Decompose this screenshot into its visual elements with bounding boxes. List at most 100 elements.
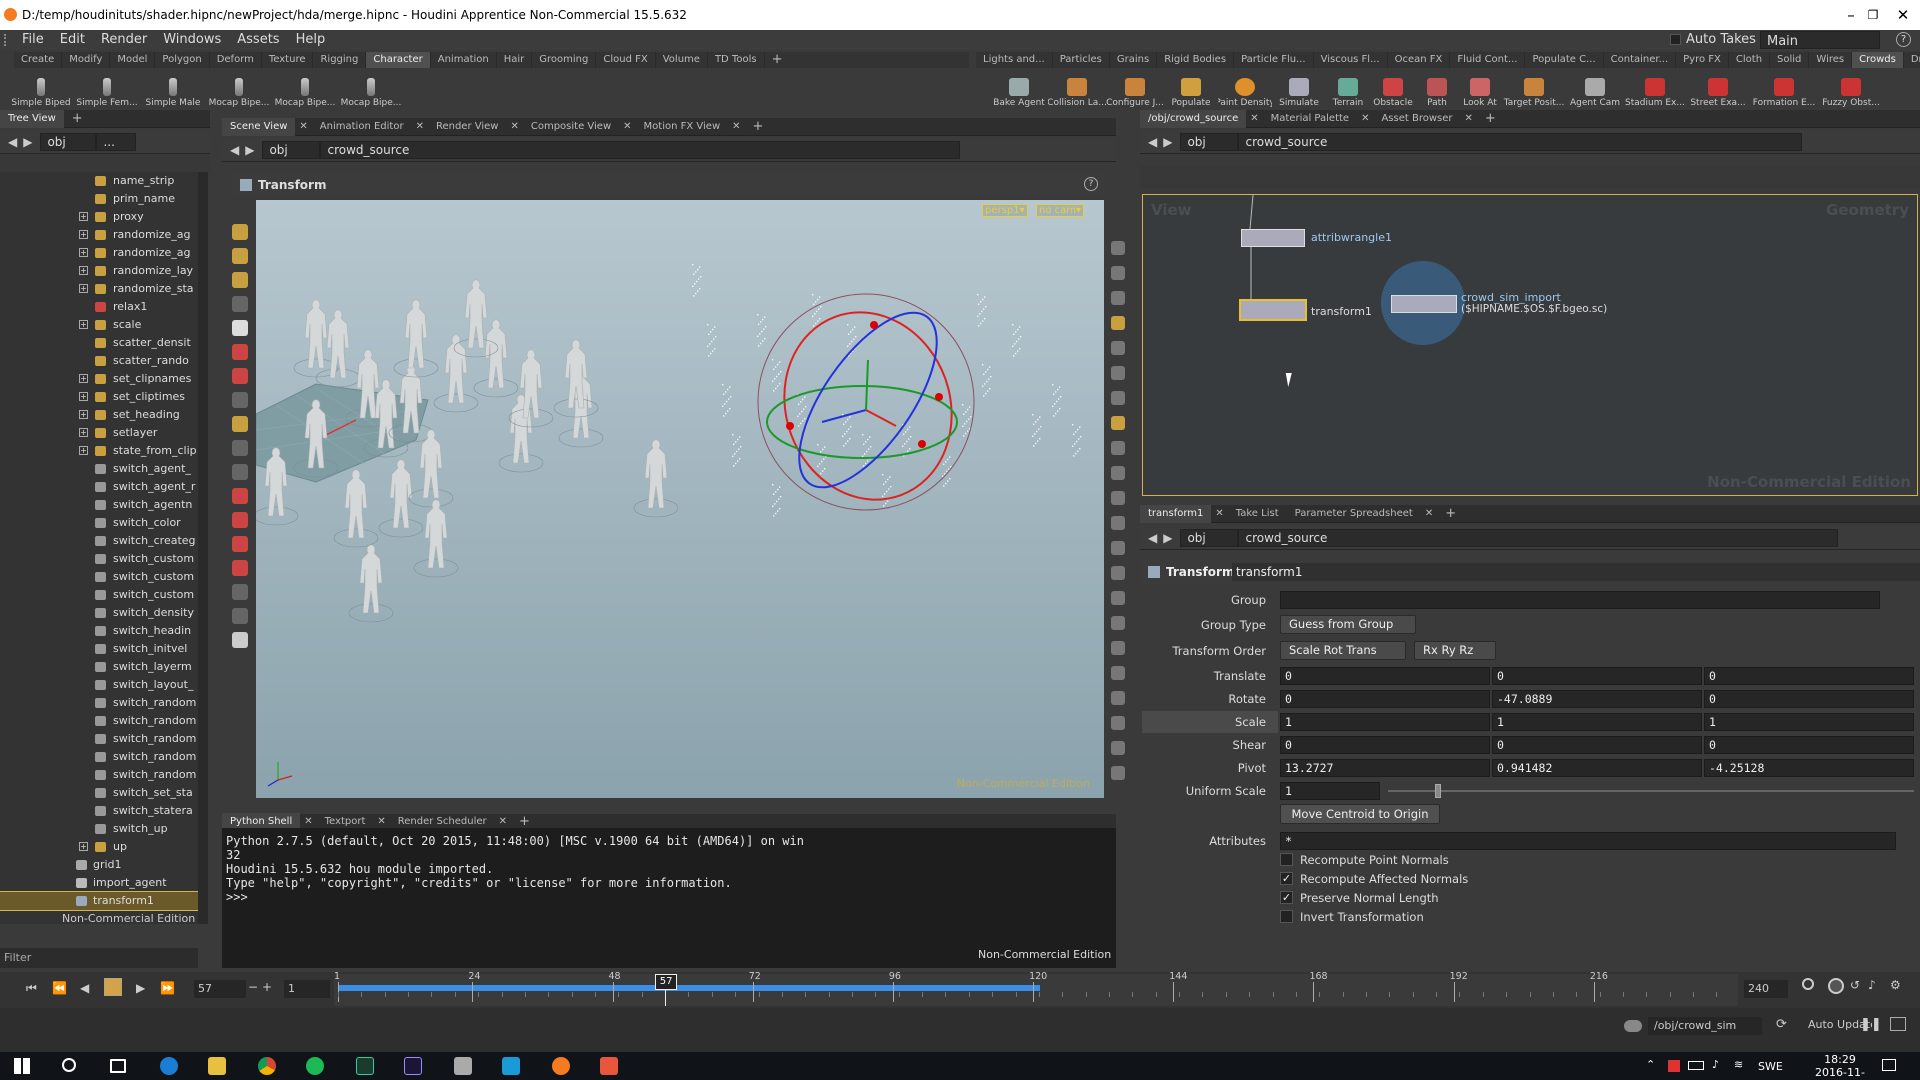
shelf-tab-polygon[interactable]: Polygon (155, 52, 210, 68)
forward-arrow-icon[interactable]: ▶ (23, 135, 32, 149)
display-option-icon[interactable] (1111, 666, 1125, 680)
attributes-field[interactable]: * (1280, 832, 1896, 850)
shelf-tab-ocean-fx[interactable]: Ocean FX (1388, 52, 1451, 68)
tree-item[interactable]: + randomize_ag (0, 226, 198, 244)
tab-parameter-spreadsheet[interactable]: Parameter Spreadsheet (1287, 505, 1421, 523)
tab-motion-fx-view[interactable]: Motion FX View (636, 118, 729, 136)
display-option-icon[interactable] (1111, 641, 1125, 655)
tree-expander-icon[interactable]: + (79, 266, 88, 275)
shelf-tab-character[interactable]: Character (366, 52, 431, 68)
viewport-tool-icon[interactable] (232, 488, 248, 504)
play-reverse-icon[interactable]: ◀ (80, 981, 89, 995)
tab-tree-view[interactable]: Tree View (0, 109, 64, 128)
tree-expander-icon[interactable]: + (79, 428, 88, 437)
menu-assets[interactable]: Assets (229, 30, 287, 50)
display-option-icon[interactable] (1111, 541, 1125, 555)
transform-handle[interactable] (757, 289, 978, 524)
playback-options-icon[interactable]: ⚙ (1890, 978, 1901, 992)
tree-item[interactable]: relax1 (0, 298, 198, 316)
tree-item[interactable]: + randomize_ag (0, 244, 198, 262)
tree-item[interactable]: switch_agent_ (0, 460, 198, 478)
tree-item[interactable]: switch_agent_r (0, 478, 198, 496)
app-icon[interactable] (600, 1057, 618, 1075)
tool-simulate[interactable]: Simulate (1272, 68, 1326, 108)
tree-item[interactable]: switch_createg (0, 532, 198, 550)
app-icon[interactable] (502, 1057, 520, 1075)
tool-mocap-biped-3[interactable]: Mocap Bipe... (338, 68, 404, 108)
app-icon[interactable] (454, 1057, 472, 1075)
display-option-icon[interactable] (1111, 316, 1125, 330)
tab-composite-view[interactable]: Composite View (523, 118, 619, 136)
snapshot-icon[interactable] (1890, 1017, 1906, 1031)
parm-checkbox[interactable]: ✓ (1280, 872, 1293, 885)
viewport-tool-icon[interactable] (232, 464, 248, 480)
tree-expander-icon[interactable]: + (79, 392, 88, 401)
tree-item[interactable]: switch_random (0, 730, 198, 748)
shelf-tab-container-tools[interactable]: Container... (1604, 52, 1677, 68)
back-arrow-icon[interactable]: ◀ (8, 135, 17, 149)
display-option-icon[interactable] (1111, 491, 1125, 505)
shelf-tab-model[interactable]: Model (110, 52, 156, 68)
shelf-tab-hair[interactable]: Hair (497, 52, 533, 68)
after-effects-icon[interactable] (404, 1057, 422, 1075)
transform-order-select[interactable]: Scale Rot Trans (1280, 641, 1406, 660)
tool-look-at[interactable]: Look At (1458, 68, 1502, 108)
display-option-icon[interactable] (1111, 391, 1125, 405)
viewport-tool-icon[interactable] (232, 368, 248, 384)
viewport-tool-icon[interactable] (232, 320, 248, 336)
auto-takes-checkbox[interactable] (1670, 34, 1681, 45)
add-tab-icon[interactable]: + (745, 118, 772, 136)
close-tab-icon[interactable]: ✕ (412, 118, 428, 136)
parm-field-z[interactable]: 0 (1704, 667, 1914, 685)
shelf-tab-solid[interactable]: Solid (1770, 52, 1810, 68)
parm-field-z[interactable]: 0 (1704, 736, 1914, 754)
chrome-icon[interactable] (258, 1057, 276, 1075)
tree-item[interactable]: switch_initvel (0, 640, 198, 658)
back-arrow-icon[interactable]: ◀ (1148, 135, 1157, 149)
play-icon[interactable]: ▶ (136, 981, 145, 995)
windows-start-icon[interactable] (14, 1058, 30, 1074)
parm-checkbox[interactable]: ✓ (1280, 891, 1293, 904)
display-option-icon[interactable] (1111, 766, 1125, 780)
tree-item[interactable]: switch_statera (0, 802, 198, 820)
tool-stadium-example[interactable]: Stadium Ex... (1624, 68, 1686, 108)
parm-field-z[interactable]: 0 (1704, 690, 1914, 708)
add-shelf-tab-icon[interactable]: + (765, 52, 790, 68)
tree-item[interactable]: switch_custom (0, 568, 198, 586)
node-attribwrangle1[interactable] (1241, 229, 1305, 247)
tab-parameters-transform1[interactable]: transform1 (1140, 504, 1212, 523)
tree-item[interactable]: switch_random (0, 694, 198, 712)
tree-item[interactable]: scatter_rando (0, 352, 198, 370)
parm-field-z[interactable]: -4.25128 (1704, 759, 1914, 777)
node-transform1[interactable] (1239, 299, 1307, 321)
realtime-toggle-icon[interactable] (1828, 978, 1844, 994)
forward-arrow-icon[interactable]: ▶ (245, 143, 254, 157)
step-forward-icon[interactable]: ⏩ (160, 981, 175, 995)
node-name-field[interactable]: transform1 (1232, 563, 1920, 581)
rotate-order-select[interactable]: Rx Ry Rz (1414, 641, 1496, 660)
tool-formation-example[interactable]: Formation E... (1750, 68, 1818, 108)
language-indicator[interactable]: SWE (1758, 1060, 1783, 1073)
add-tab-icon[interactable]: + (64, 110, 91, 128)
menu-file[interactable]: File (14, 30, 52, 50)
close-tab-icon[interactable]: ✕ (295, 118, 311, 136)
task-view-icon[interactable] (110, 1059, 126, 1073)
parm-field-y[interactable]: 1 (1492, 713, 1702, 731)
uniform-scale-slider[interactable] (1388, 790, 1914, 792)
timeline-current-frame[interactable]: 57 (655, 974, 678, 990)
tree-item[interactable]: switch_random (0, 712, 198, 730)
current-frame-field[interactable]: 57 (194, 980, 246, 998)
tool-agent-cam[interactable]: Agent Cam (1566, 68, 1624, 108)
start-frame-field[interactable]: 1 (284, 980, 330, 998)
tree-item[interactable]: name_strip (0, 172, 198, 190)
notifications-icon[interactable] (1882, 1059, 1896, 1071)
close-tab-icon[interactable]: ✕ (1357, 110, 1373, 128)
shelf-tab-cloth[interactable]: Cloth (1729, 52, 1771, 68)
tool-collision-layer[interactable]: Collision La... (1048, 68, 1106, 108)
parm-path-node[interactable]: crowd_source (1238, 528, 1839, 547)
tree-item[interactable]: import_agent (0, 874, 198, 892)
tree-item[interactable]: switch_color (0, 514, 198, 532)
scene-viewport[interactable]: persp1▾ no cam▾ Non-Commercial Edition (253, 200, 1104, 798)
shelf-tab-viscous-fluids[interactable]: Viscous Fl... (1314, 52, 1388, 68)
shelf-tab-cloud-fx[interactable]: Cloud FX (596, 52, 656, 68)
